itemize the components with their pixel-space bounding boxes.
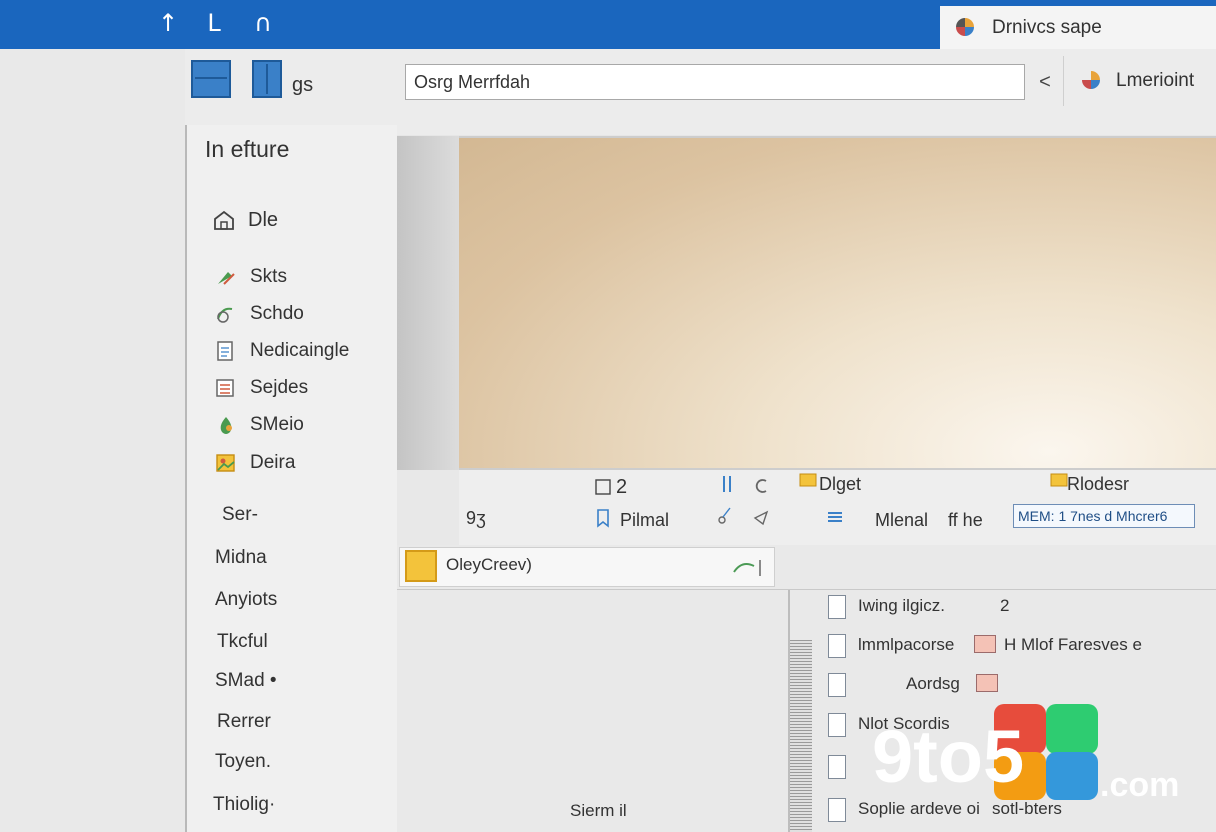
sidebar-item-thiolig[interactable]: Thiolig·: [213, 794, 275, 816]
pointer-icon[interactable]: [752, 508, 770, 528]
list-item-extra: H Mlof Faresves e: [1004, 635, 1142, 654]
tab-label: Drnivcs sape: [992, 17, 1102, 38]
home-icon: [214, 210, 234, 230]
green-arrow-icon: [218, 272, 235, 285]
folder-icon: [1050, 473, 1068, 487]
sidebar-group-label: Dle: [248, 208, 279, 231]
column-view-icon[interactable]: [252, 60, 282, 98]
label-fr: ff he: [948, 510, 983, 530]
file-icon: [828, 755, 846, 779]
sidebar-item-label: Skts: [250, 266, 287, 287]
status-text: Sierm il: [570, 801, 627, 820]
list-item-label: Aordsg: [906, 674, 960, 693]
sidebar-group-dle[interactable]: Dle: [212, 206, 278, 234]
list-item-extra: 2: [1000, 596, 1010, 615]
label-dlget: Dlget: [819, 474, 862, 494]
list-item[interactable]: Aordsg: [820, 668, 1200, 702]
sidebar-item-rerrer[interactable]: Rerrer: [217, 711, 271, 733]
folder-icon: [799, 473, 817, 487]
shortcut-icon: [217, 307, 233, 323]
preview-image: [459, 138, 1216, 468]
sidebar-item-sejdes[interactable]: Sejdes: [214, 374, 308, 402]
scissors-icon[interactable]: [716, 505, 734, 525]
info-left-text: 9ʒ: [466, 508, 486, 528]
thumbnail-icon: [976, 674, 998, 692]
sidebar-item-toyen[interactable]: Toyen.: [215, 751, 271, 773]
folder-outline-icon: [595, 479, 611, 495]
details-pane-label[interactable]: Lmerioint: [1116, 70, 1194, 92]
sidebar-item-label: Schdo: [250, 303, 304, 324]
sidebar-item-deira[interactable]: Deira: [214, 449, 295, 477]
edit-icon[interactable]: [730, 556, 770, 578]
file-icon: [828, 713, 846, 737]
file-icon: [828, 595, 846, 619]
sidebar-item-tkcful[interactable]: Tkcful: [217, 631, 268, 653]
file-icon: [828, 798, 846, 822]
sidebar-item-ser[interactable]: Ser-: [222, 504, 258, 526]
file-icon: [828, 634, 846, 658]
label-primal: Pilmal: [620, 510, 670, 530]
toolbar-divider: [1063, 56, 1064, 106]
desktop-background: [0, 49, 185, 832]
folder-icon: [405, 550, 437, 582]
title-bar: ↑ L ∩ Drnivcs sape: [0, 0, 1216, 49]
pinwheel-icon[interactable]: [1080, 68, 1102, 92]
preview-left-strip: [397, 136, 459, 470]
watermark-logo: 9to5 .com: [872, 704, 1179, 802]
tools-icon[interactable]: [720, 474, 738, 494]
sidebar-item-label: Nedicaingle: [250, 340, 350, 361]
list-item-label: Iwing ilgicz.: [858, 596, 945, 615]
thumbnail-icon: [974, 635, 996, 653]
watermark-domain: .com: [1100, 766, 1179, 802]
sidebar-heading: In efture: [205, 136, 290, 162]
sidebar-item-label: SMeio: [250, 414, 304, 435]
document-icon: [217, 341, 233, 361]
watermark-text: 9to5: [872, 715, 1024, 798]
picture-icon: [216, 454, 235, 472]
sidebar-item-label: Deira: [250, 452, 296, 473]
chevron-left-icon[interactable]: <: [1030, 64, 1060, 100]
sidebar-item-midna[interactable]: Midna: [215, 547, 267, 569]
file-icon: [828, 673, 846, 697]
tab-active[interactable]: Drnivcs sape: [940, 6, 1216, 49]
sidebar-item-anyiots[interactable]: Anyiots: [215, 589, 277, 611]
color-drop-icon: [220, 417, 232, 434]
scrollbar-grip[interactable]: [790, 640, 812, 832]
view-label: gs: [292, 74, 314, 96]
sidebar-item-label: Sejdes: [250, 377, 309, 398]
pinwheel-icon: [956, 18, 974, 36]
refresh-icon[interactable]: [752, 476, 770, 496]
bookmark-icon: [597, 509, 609, 528]
item-count: 2: [616, 476, 628, 498]
sidebar-item-schdo[interactable]: Schdo: [214, 300, 304, 328]
arch-icon[interactable]: ∩: [250, 8, 276, 38]
list-item[interactable]: lmmlpacorse H Mlof Faresves e: [820, 629, 1200, 663]
list-item-label: lmmlpacorse: [858, 635, 955, 654]
list-item-label: Soplie ardeve oi: [858, 799, 980, 818]
l-shape-icon[interactable]: L: [201, 8, 227, 38]
sidebar-item-skts[interactable]: Skts: [214, 263, 287, 291]
list-item-extra: sotl-bters: [992, 799, 1062, 818]
selected-file-label: OleyCreev): [446, 555, 532, 574]
list-view-icon[interactable]: [191, 60, 231, 98]
label-rlodesr: Rlodesr: [1067, 474, 1130, 494]
list-icon: [216, 379, 234, 397]
list-lines-icon: [828, 512, 842, 522]
address-input[interactable]: [405, 64, 1025, 100]
label-mlenal: Mlenal: [875, 510, 929, 530]
tag-field[interactable]: MEM: 1 7nes d Mhcrer6: [1013, 504, 1195, 528]
sidebar-item-nedicaingle[interactable]: Nedicaingle: [214, 337, 349, 365]
sidebar-item-smeio[interactable]: SMeio: [214, 411, 304, 439]
up-arrow-icon[interactable]: ↑: [155, 8, 181, 38]
sidebar-item-smad[interactable]: SMad •: [215, 670, 277, 692]
info-strip-margin: [397, 470, 459, 545]
list-item[interactable]: Iwing ilgicz. 2: [820, 590, 1200, 624]
